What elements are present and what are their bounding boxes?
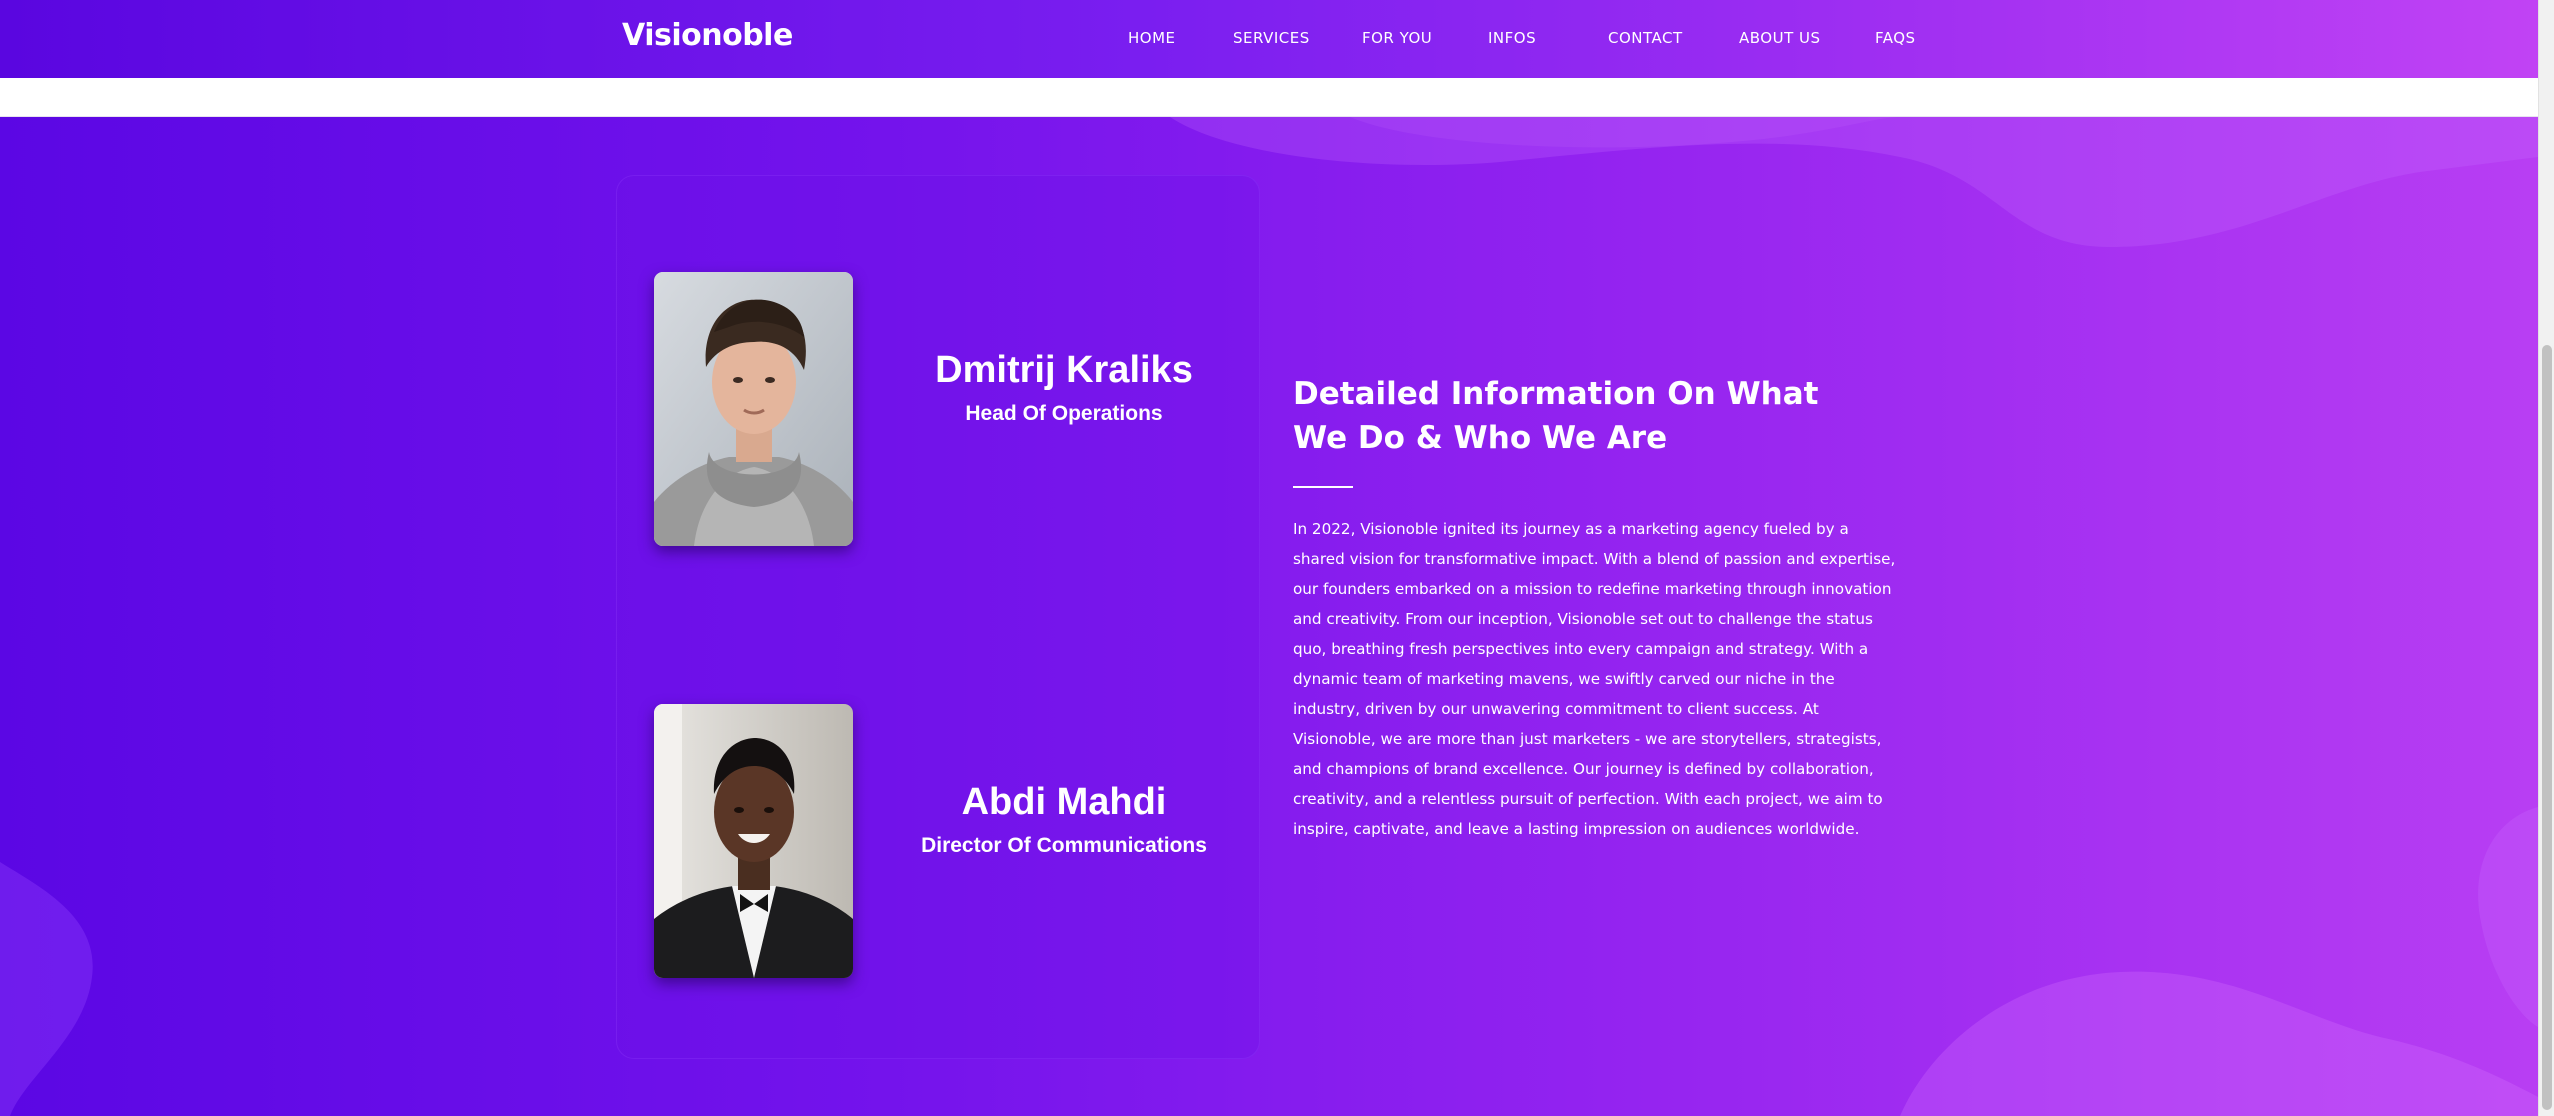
about-section: Dmitrij Kraliks Head Of Operations Abdi …	[0, 117, 2538, 1116]
member-photo	[654, 704, 853, 978]
scrollbar-thumb[interactable]	[2542, 345, 2552, 1110]
member-role: Head Of Operations	[965, 402, 1163, 425]
portrait-icon	[654, 704, 853, 978]
about-info: Detailed Information On What We Do & Who…	[1293, 372, 1903, 844]
nav-home[interactable]: HOME	[1128, 29, 1176, 47]
nav-contact[interactable]: CONTACT	[1608, 29, 1683, 47]
background-blobs	[0, 117, 2538, 1116]
nav-infos[interactable]: INFOS	[1488, 29, 1536, 47]
nav-services[interactable]: SERVICES	[1233, 29, 1310, 47]
info-body: In 2022, Visionoble ignited its journey …	[1293, 520, 1896, 838]
header-spacer	[0, 78, 2538, 117]
site-header: Visionoble HOME SERVICES FOR YOU INFOS C…	[0, 0, 2538, 78]
nav-for-you[interactable]: FOR YOU	[1362, 29, 1432, 47]
nav-faqs[interactable]: FAQS	[1875, 29, 1916, 47]
team-member-card: Dmitrij Kraliks Head Of Operations	[617, 272, 1261, 546]
member-name: Dmitrij Kraliks	[935, 349, 1193, 391]
page-scrollbar[interactable]	[2538, 0, 2554, 1116]
team-panel: Dmitrij Kraliks Head Of Operations Abdi …	[616, 175, 1260, 1059]
heading-divider	[1293, 486, 1353, 488]
main-nav: HOME SERVICES FOR YOU INFOS CONTACT ABOU…	[0, 0, 2538, 78]
info-heading: Detailed Information On What We Do & Who…	[1293, 376, 1819, 456]
member-role: Director Of Communications	[921, 834, 1207, 857]
nav-about-us[interactable]: ABOUT US	[1739, 29, 1821, 47]
team-member-card: Abdi Mahdi Director Of Communications	[617, 704, 1261, 978]
member-name: Abdi Mahdi	[961, 781, 1167, 823]
member-photo	[654, 272, 853, 546]
portrait-icon	[654, 272, 853, 546]
